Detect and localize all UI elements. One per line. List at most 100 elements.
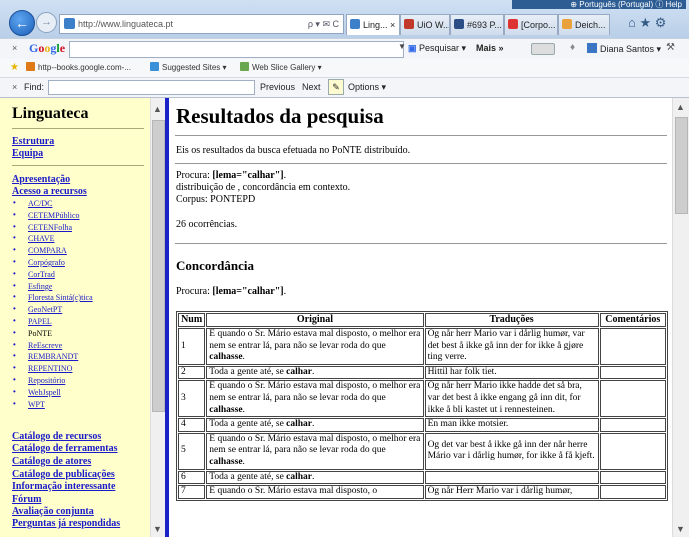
back-button[interactable]: ← xyxy=(9,10,35,36)
more-button[interactable]: Mais » xyxy=(476,43,504,53)
sidebar-resource-link[interactable]: ReEscreve xyxy=(28,341,62,350)
page-title: Resultados da pesquisa xyxy=(176,104,384,128)
sidebar-resource-link[interactable]: Corpógrafo xyxy=(28,258,65,267)
find-previous-button[interactable]: Previous xyxy=(260,82,295,92)
bell-icon[interactable]: ♦ xyxy=(570,42,575,53)
sidebar-resource-link[interactable]: REMBRANDT xyxy=(28,352,78,361)
section-heading: Concordância xyxy=(176,258,254,273)
find-options-button[interactable]: Options ▾ xyxy=(348,82,386,93)
find-close-button[interactable]: × xyxy=(12,82,17,92)
scroll-down-icon[interactable]: ▼ xyxy=(676,524,685,534)
sidebar-resource-link[interactable]: GeoNetPT xyxy=(28,305,62,314)
address-url: http://www.linguateca.pt xyxy=(78,19,174,29)
scroll-down-icon[interactable]: ▼ xyxy=(153,524,162,534)
main-scroll-thumb[interactable] xyxy=(675,117,688,214)
tab-label: Deich... xyxy=(575,20,606,30)
tab-693[interactable]: #693 P... xyxy=(450,14,504,35)
sidebar-link-catalogo-atores[interactable]: Catálogo de atores xyxy=(12,456,91,467)
sidebar-link-forum[interactable]: Fórum xyxy=(12,494,41,505)
comment-cell xyxy=(599,365,666,380)
tab-deich[interactable]: Deich... xyxy=(558,14,610,35)
sidebar-link-perguntas[interactable]: Perguntas já respondidas xyxy=(12,518,120,529)
google-logo: Google xyxy=(29,41,66,55)
bullet-icon: • xyxy=(13,245,16,254)
star-icon[interactable]: ★ xyxy=(639,15,651,30)
sidebar-resource-link[interactable]: CorTrad xyxy=(28,270,55,279)
divider xyxy=(175,243,667,244)
find-input[interactable] xyxy=(48,80,255,95)
sidebar-resource-link[interactable]: CETEMPúblico xyxy=(28,211,80,220)
sidebar-link-catalogo-publicacoes[interactable]: Catálogo de publicações xyxy=(12,469,115,480)
sidebar-resource-link[interactable]: COMPARA xyxy=(28,246,67,255)
address-tools[interactable]: ρ ▾ ✉ C xyxy=(308,15,339,33)
table-row: 3E quando o Sr. Mário estava mal dispost… xyxy=(178,380,666,418)
sidebar-link-informacao[interactable]: Informação interessante xyxy=(12,481,115,492)
find-next-button[interactable]: Next xyxy=(302,82,321,92)
page-icon xyxy=(64,18,75,29)
tab-linguateca[interactable]: Ling... × xyxy=(346,14,400,35)
favorite-web-slice-gallery[interactable]: Web Slice Gallery ▾ xyxy=(240,62,322,72)
comment-cell xyxy=(599,485,666,499)
tab-corpo[interactable]: [Corpo... xyxy=(504,14,558,35)
tab-label: Ling... × xyxy=(363,20,396,30)
sidebar-link-estrutura[interactable]: Estrutura xyxy=(12,136,54,147)
original-cell: Toda a gente até, se calhar. xyxy=(206,470,424,485)
comment-cell xyxy=(599,470,666,485)
translation-cell xyxy=(424,470,599,485)
scroll-up-icon[interactable]: ▲ xyxy=(676,102,685,112)
chevron-down-icon[interactable]: ▼ xyxy=(398,42,406,51)
sidebar-resource-link[interactable]: Esfinge xyxy=(28,282,52,291)
sidebar-link-apresentacao[interactable]: Apresentação xyxy=(12,174,70,185)
forward-button[interactable]: → xyxy=(36,12,57,33)
sidebar-link-catalogo-recursos[interactable]: Catálogo de recursos xyxy=(12,431,101,442)
google-search-input[interactable] xyxy=(69,41,404,58)
search-hit: calhar xyxy=(286,366,313,377)
sidebar-resource-link[interactable]: Floresta Sintá(c)tica xyxy=(28,293,93,302)
sidebar-resource-link[interactable]: PAPEL xyxy=(28,317,52,326)
favicon xyxy=(240,62,249,71)
bullet-icon: • xyxy=(13,222,16,231)
row-number: 5 xyxy=(178,432,206,470)
google-icon: ▣ xyxy=(408,43,417,53)
scroll-up-icon[interactable]: ▲ xyxy=(153,104,162,114)
sidebar-resource-link[interactable]: CHAVE xyxy=(28,234,55,243)
google-search-button[interactable]: ▣ Pesquisar ▾ xyxy=(408,43,466,54)
sidebar-resource-link[interactable]: WebJspell xyxy=(28,388,61,397)
wrench-icon[interactable]: ⚒ xyxy=(666,42,675,53)
table-header-row: Num Original Traduções Comentários xyxy=(178,313,666,327)
tab-uio[interactable]: UiO W... xyxy=(400,14,450,35)
sidebar-link-equipa[interactable]: Equipa xyxy=(12,148,43,159)
sidebar-title: Linguateca xyxy=(12,105,89,122)
table-row: 5E quando o Sr. Mário estava mal dispost… xyxy=(178,432,666,470)
favorite-books-google[interactable]: http--books.google.com-... xyxy=(26,62,131,72)
sidebar-resource-link[interactable]: REPENTINO xyxy=(28,364,72,373)
google-toolbar: × Google ▼ ▣ Pesquisar ▾ Mais » ♦ Diana … xyxy=(0,38,689,60)
gear-icon[interactable]: ⚙ xyxy=(655,15,667,30)
sidebar-link-catalogo-ferramentas[interactable]: Catálogo de ferramentas xyxy=(12,443,118,454)
close-icon[interactable]: × xyxy=(12,43,17,53)
column-header-num: Num xyxy=(178,313,206,327)
sidebar-resource-link[interactable]: Repositório xyxy=(28,376,65,385)
sidebar-resource-link[interactable]: WPT xyxy=(28,400,45,409)
favorites-star-icon[interactable]: ★ xyxy=(10,62,19,73)
sidebar-resource-link[interactable]: CETENFolha xyxy=(28,223,72,232)
table-row: 6 Toda a gente até, se calhar. xyxy=(178,470,666,485)
tab-favicon xyxy=(454,19,464,29)
query-value: [lema="calhar"] xyxy=(212,286,284,297)
favorite-suggested-sites[interactable]: Suggested Sites ▾ xyxy=(150,62,227,72)
toolbar-toggle[interactable] xyxy=(531,43,555,55)
home-icon[interactable]: ⌂ xyxy=(628,15,636,30)
original-cell: E quando o Sr. Mário estava mal disposto… xyxy=(206,485,424,499)
sidebar-link-avaliacao[interactable]: Avaliação conjunta xyxy=(12,506,94,517)
sidebar-link-acesso-recursos[interactable]: Acesso a recursos xyxy=(12,186,87,197)
user-menu[interactable]: Diana Santos ▾ xyxy=(587,43,661,55)
column-header-comentarios: Comentários xyxy=(599,313,666,327)
highlight-icon[interactable]: ✎ xyxy=(328,79,344,95)
row-number: 4 xyxy=(178,418,206,432)
arrow-left-icon: ← xyxy=(15,15,29,31)
sidebar-scroll-thumb[interactable] xyxy=(152,120,165,412)
tab-favicon xyxy=(562,19,572,29)
comment-cell xyxy=(599,432,666,470)
address-bar[interactable]: http://www.linguateca.pt ρ ▾ ✉ C xyxy=(59,14,344,34)
sidebar-resource-link[interactable]: AC/DC xyxy=(28,199,52,208)
